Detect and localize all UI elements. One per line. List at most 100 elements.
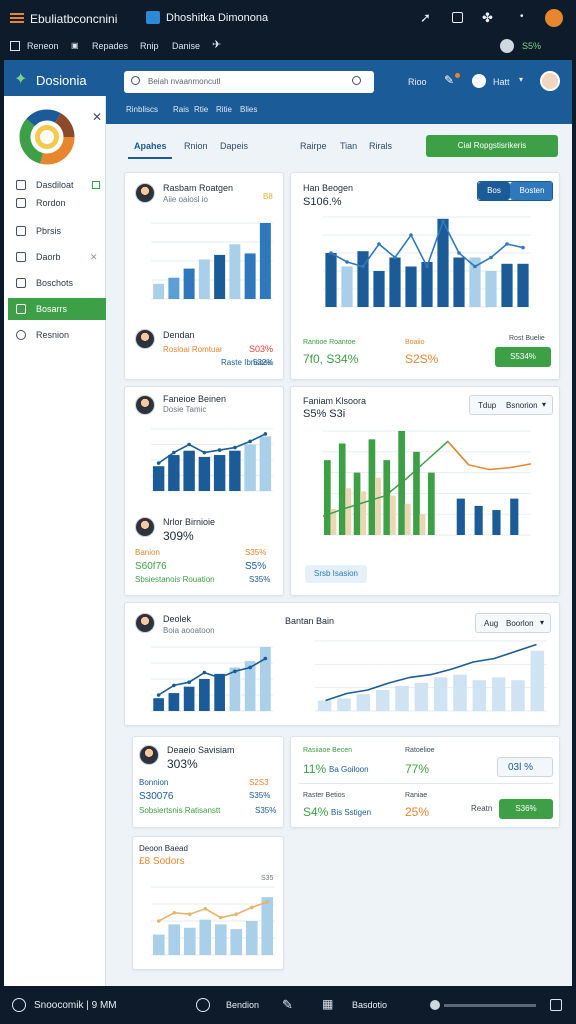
subtab-5[interactable]: Blies bbox=[240, 106, 257, 114]
card-chart-5: Deolek Boia aooatoon Bantan Bain Aug Boo… bbox=[124, 602, 560, 726]
chevron-down-icon: ▾ bbox=[540, 618, 545, 627]
sidebar-item-4[interactable]: Daorb ✕ bbox=[8, 246, 106, 268]
stat-label-1: Rasiiaoe Becen bbox=[303, 747, 353, 754]
window-icon[interactable] bbox=[550, 999, 562, 1011]
chart-point bbox=[202, 670, 207, 675]
divider bbox=[299, 783, 553, 784]
sidebar-item-2[interactable]: Rordon bbox=[8, 192, 106, 214]
apps-grid-icon[interactable]: ▦ bbox=[322, 998, 333, 1010]
tab-2[interactable]: Rnion bbox=[184, 141, 208, 151]
window-icon[interactable] bbox=[452, 12, 463, 23]
chart-bar bbox=[456, 498, 465, 535]
chevron-down-icon[interactable]: ▾ bbox=[519, 76, 523, 84]
sidebar-item-3[interactable]: Pbrsis bbox=[8, 220, 106, 242]
home-icon[interactable] bbox=[10, 41, 20, 51]
volume-slider[interactable] bbox=[444, 1004, 536, 1007]
chart-point bbox=[234, 912, 239, 916]
pointer-icon[interactable]: ➚ bbox=[420, 11, 431, 24]
chart-bar bbox=[338, 443, 346, 535]
sidebar-label: Daorb bbox=[36, 252, 61, 262]
foot-value-2: S2S% bbox=[405, 352, 439, 366]
card-value: S106.% bbox=[303, 196, 342, 208]
info-icon[interactable]: • bbox=[520, 12, 524, 22]
tab-4[interactable]: Rairpe bbox=[300, 141, 327, 151]
notification-icon[interactable]: ✎ bbox=[444, 74, 454, 86]
chart-bar bbox=[229, 244, 241, 299]
search-icon bbox=[131, 76, 140, 85]
subtab-4[interactable]: Ritie bbox=[216, 106, 232, 114]
toggle-option-2[interactable]: Bosten bbox=[510, 182, 552, 200]
clock-icon[interactable] bbox=[196, 998, 210, 1012]
period-select[interactable]: Tdup Bsnorion ▾ bbox=[469, 395, 553, 415]
chart-bar bbox=[261, 897, 274, 955]
chart-point bbox=[489, 255, 493, 260]
stat-value-3-box: 03l % bbox=[497, 757, 553, 777]
action-button[interactable]: Cial Ropgstisrikeris bbox=[426, 135, 558, 157]
filter-chip[interactable]: Srsb Isasion bbox=[305, 565, 367, 583]
tab-6[interactable]: Rirals bbox=[369, 141, 392, 151]
search-input[interactable]: Beiah nvaanmoncutl bbox=[148, 78, 221, 86]
tab-5[interactable]: Tian bbox=[340, 141, 357, 151]
plane-icon[interactable]: ✈ bbox=[212, 40, 221, 51]
puzzle-icon[interactable]: ✤ bbox=[482, 11, 493, 24]
search-box[interactable]: Beiah nvaanmoncutl bbox=[124, 71, 374, 93]
period-select[interactable]: Aug Boorlon ▾ bbox=[475, 613, 551, 633]
volume-knob[interactable] bbox=[430, 1000, 440, 1010]
chart-bar bbox=[153, 698, 164, 711]
chart-bar bbox=[168, 455, 180, 491]
close-small-icon[interactable]: ✕ bbox=[90, 246, 98, 268]
chart-point bbox=[233, 445, 237, 450]
select-value: Bsnorion bbox=[506, 401, 538, 410]
card-name: Deaeio Savisiam bbox=[167, 745, 235, 755]
taskbar-right: Basdotio bbox=[352, 1000, 388, 1010]
apps-icon[interactable] bbox=[10, 13, 24, 23]
menu-item-3[interactable]: Rnip bbox=[140, 42, 159, 51]
chart-bar bbox=[260, 647, 271, 711]
menu-item-2[interactable]: Repades bbox=[92, 42, 128, 51]
chart-point bbox=[441, 219, 445, 224]
circle-icon bbox=[16, 330, 26, 340]
sidebar-item-6-active[interactable]: Bosarrs bbox=[8, 298, 106, 320]
profile-avatar[interactable] bbox=[545, 9, 563, 27]
chart-bar bbox=[259, 223, 271, 299]
user-avatar[interactable] bbox=[540, 71, 560, 91]
chart-point bbox=[187, 912, 192, 916]
chart-bar bbox=[373, 271, 385, 307]
notification-dot bbox=[455, 73, 460, 78]
chart-point bbox=[521, 245, 525, 250]
stat-button[interactable]: S36% bbox=[499, 799, 553, 819]
chart-bar bbox=[453, 674, 467, 711]
power-icon[interactable] bbox=[12, 998, 26, 1012]
help-icon[interactable] bbox=[472, 74, 486, 88]
view-toggle[interactable]: Bos Bosten bbox=[477, 181, 553, 201]
save-icon[interactable]: ▣ bbox=[71, 42, 79, 50]
subtab-1[interactable]: Rinbliscs bbox=[126, 106, 158, 114]
bar-line-chart-8 bbox=[151, 886, 275, 956]
card-name: Faneioe Beinen bbox=[163, 394, 227, 404]
sidebar-item-7[interactable]: Resnion bbox=[8, 324, 106, 346]
foot-value-1: 7f0, S34% bbox=[303, 352, 359, 366]
menu-item-4[interactable]: Danise bbox=[172, 42, 200, 51]
tab-3[interactable]: Dapeis bbox=[220, 141, 248, 151]
user-avatar-small[interactable] bbox=[500, 39, 514, 53]
row1-label: Bonnion bbox=[139, 778, 169, 787]
chart-bar bbox=[492, 510, 501, 535]
user-name[interactable]: Hatt bbox=[493, 78, 510, 87]
subtab-3[interactable]: Rtie bbox=[194, 106, 208, 114]
row2-label: S30076 bbox=[139, 791, 174, 802]
sidebar-item-5[interactable]: Boschots bbox=[8, 272, 106, 294]
search-submit-icon[interactable] bbox=[352, 76, 361, 85]
close-icon[interactable]: ✕ bbox=[92, 110, 102, 124]
chart-bar bbox=[183, 268, 195, 299]
menu-item-1[interactable]: Reneon bbox=[27, 42, 59, 51]
foot-button[interactable]: S534% bbox=[495, 347, 551, 367]
chart-point bbox=[156, 461, 161, 465]
subtab-2[interactable]: Rais bbox=[173, 106, 189, 114]
pen-icon[interactable]: ✎ bbox=[282, 998, 293, 1011]
header-link[interactable]: Rioo bbox=[408, 78, 427, 87]
select-label: Aug bbox=[484, 619, 499, 628]
tab-1-active[interactable]: Apahes bbox=[134, 141, 167, 151]
toggle-option-1[interactable]: Bos bbox=[478, 182, 510, 200]
card-sub: Dosie Tamic bbox=[163, 405, 207, 414]
chart-bar bbox=[183, 686, 195, 711]
